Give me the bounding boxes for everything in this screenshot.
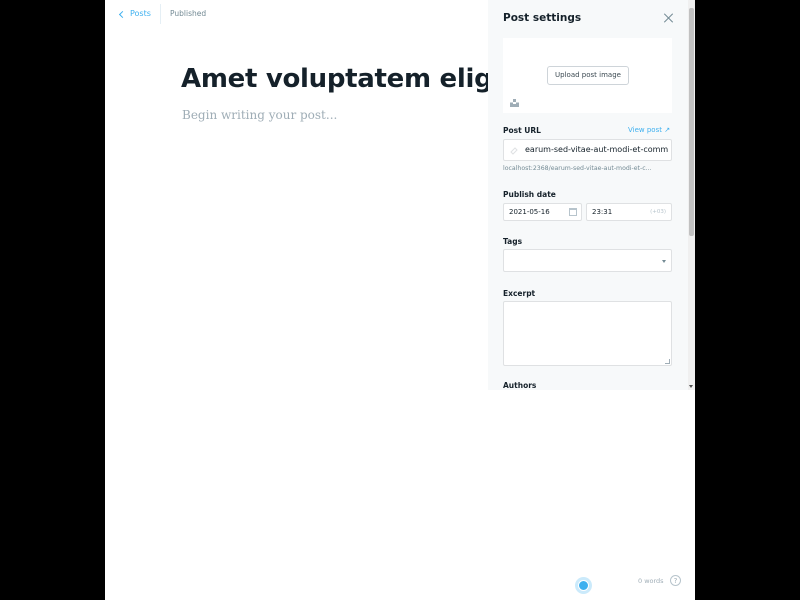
scroll-down-arrow-icon[interactable] xyxy=(689,385,693,388)
link-icon xyxy=(510,147,518,155)
header-divider xyxy=(160,4,161,24)
post-url-input[interactable]: earum-sed-vitae-aut-modi-et-comm xyxy=(503,139,672,161)
authors-label: Authors xyxy=(503,381,537,390)
post-status: Published xyxy=(170,9,207,18)
calendar-icon xyxy=(569,208,577,216)
close-icon[interactable] xyxy=(664,13,674,23)
panel-scrollbar[interactable] xyxy=(688,0,695,390)
publish-date-value: 2021-05-16 xyxy=(509,208,550,216)
view-post-label: View post xyxy=(628,126,662,134)
excerpt-label: Excerpt xyxy=(503,289,536,298)
editor-header: Posts Published xyxy=(105,0,488,28)
post-body-editor[interactable]: Begin writing your post... xyxy=(182,108,337,122)
chevron-left-icon xyxy=(118,10,127,18)
word-count: 0 words xyxy=(638,577,664,585)
editor-action-button[interactable] xyxy=(575,577,592,594)
post-image-area: Upload post image xyxy=(503,38,672,113)
editor-window: Posts Published Amet voluptatem elige Be… xyxy=(105,0,695,600)
tags-label: Tags xyxy=(503,237,523,246)
publish-date-label: Publish date xyxy=(503,190,556,199)
post-settings-panel: Post settings Upload post image Post URL… xyxy=(488,0,695,390)
excerpt-textarea[interactable] xyxy=(503,301,672,366)
back-link-label: Posts xyxy=(130,9,151,18)
publish-time-value: 23:31 xyxy=(592,208,613,216)
scrollbar-thumb[interactable] xyxy=(689,8,694,236)
tags-select[interactable] xyxy=(503,249,672,272)
chevron-down-icon xyxy=(662,260,666,263)
unsplash-icon[interactable] xyxy=(510,99,519,107)
post-url-preview: localhost:2368/earum-sed-vitae-aut-modi-… xyxy=(503,165,652,172)
help-button[interactable]: ? xyxy=(670,575,681,586)
post-title-input[interactable]: Amet voluptatem elige xyxy=(181,64,510,94)
upload-post-image-button[interactable]: Upload post image xyxy=(547,66,629,85)
panel-title: Post settings xyxy=(503,12,582,24)
post-url-label: Post URL xyxy=(503,126,541,135)
view-post-link[interactable]: View post ↗ xyxy=(628,126,670,134)
publish-time-input[interactable]: 23:31 (+03) xyxy=(586,203,672,221)
back-to-posts-link[interactable]: Posts xyxy=(118,9,151,18)
resize-handle-icon[interactable] xyxy=(665,359,670,364)
external-link-icon: ↗ xyxy=(664,126,671,134)
publish-date-input[interactable]: 2021-05-16 xyxy=(503,203,582,221)
timezone-label: (+03) xyxy=(650,209,666,215)
post-url-value: earum-sed-vitae-aut-modi-et-comm xyxy=(525,145,669,154)
circle-icon xyxy=(578,580,589,591)
